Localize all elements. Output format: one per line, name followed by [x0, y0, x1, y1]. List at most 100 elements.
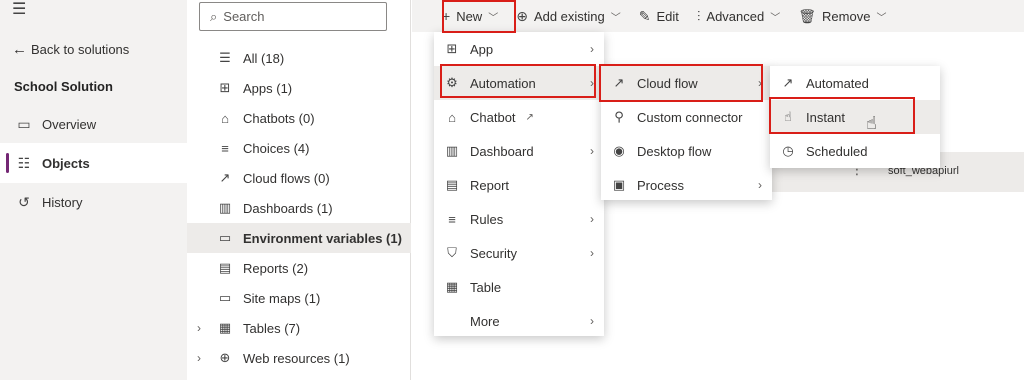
menu-item-rules[interactable]: ≡ Rules › [434, 202, 604, 236]
edit-button[interactable]: ✎ Edit [639, 8, 679, 25]
tree-item-dashboards[interactable]: ▥ Dashboards (1) [187, 193, 411, 223]
tree-item-cloud-flows[interactable]: ↗ Cloud flows (0) [187, 163, 411, 193]
nav-item-label: Overview [42, 116, 97, 132]
tree-item-label: Apps (1) [243, 80, 293, 96]
menu-item-chatbot[interactable]: ⌂ Chatbot ↗ [434, 100, 604, 134]
chevron-down-icon: ﹀ [488, 12, 499, 24]
menu-item-app[interactable]: ⊞ App › [434, 32, 604, 66]
menu-item-table[interactable]: ▦ Table [434, 270, 604, 304]
chevron-right-icon: › [590, 246, 594, 260]
tree-item-web-resources[interactable]: › ⊕ Web resources (1) [187, 343, 411, 373]
add-existing-button[interactable]: ⊕ Add existing ﹀ [516, 8, 621, 25]
hamburger-menu-icon[interactable]: ☰ [12, 2, 26, 18]
tree-item-label: Web resources (1) [243, 350, 350, 366]
tree-item-tables[interactable]: › ▦ Tables (7) [187, 313, 411, 343]
menu-item-process[interactable]: ▣ Process › [601, 168, 772, 202]
search-input[interactable]: ⌕ Search [199, 2, 387, 31]
menu-item-label: Cloud flow [637, 75, 698, 91]
chevron-right-icon: › [590, 314, 594, 328]
flow-icon: ↗ [219, 170, 231, 185]
tree-item-label: Environment variables (1) [243, 230, 402, 246]
menu-item-label: Report [470, 177, 510, 193]
menu-item-scheduled[interactable]: ◷ Scheduled [770, 134, 940, 168]
menu-item-label: Instant [806, 109, 846, 125]
menu-item-more[interactable]: More › [434, 304, 604, 338]
menu-item-automated[interactable]: ↗ Automated [770, 66, 940, 100]
chevron-right-icon: › [758, 76, 762, 90]
nav-item-label: History [42, 194, 83, 210]
nav-item-overview[interactable]: ▭ Overview [0, 104, 187, 144]
nav-item-objects[interactable]: ☷ Objects [0, 143, 187, 183]
connector-icon: ⚲ [614, 109, 624, 124]
advanced-button[interactable]: ⫶ Advanced ﹀ [697, 8, 780, 25]
search-placeholder: Search [223, 9, 265, 24]
tree-item-apps[interactable]: ⊞ Apps (1) [187, 73, 411, 103]
menu-item-label: Automation [470, 75, 536, 91]
tree-item-label: Dashboards (1) [243, 200, 333, 216]
choices-icon: ≡ [221, 140, 229, 156]
tree-item-site-maps[interactable]: ▭ Site maps (1) [187, 283, 411, 313]
menu-item-desktop-flow[interactable]: ◉ Desktop flow [601, 134, 772, 168]
back-arrow-icon: ← [12, 41, 27, 58]
hand-cursor-icon: ☝ [866, 113, 877, 133]
edit-label: Edit [656, 8, 679, 24]
history-icon: ↺ [18, 193, 30, 210]
menu-item-label: Security [470, 245, 517, 261]
add-existing-icon: ⊕ [516, 7, 528, 24]
menu-item-cloud-flow[interactable]: ↗ Cloud flow › [601, 66, 772, 100]
tree-item-all[interactable]: ☰ All (18) [187, 43, 411, 73]
tree-item-label: Tables (7) [243, 320, 301, 336]
menu-item-label: Process [637, 177, 684, 193]
advanced-label: Advanced [706, 8, 765, 24]
chevron-right-icon[interactable]: › [197, 321, 201, 335]
objects-tree-panel: ⌕ Search ☰ All (18) ⊞ Apps (1) ⌂ Chatbot… [187, 0, 411, 380]
overview-icon: ▭ [17, 115, 31, 132]
apps-icon: ⊞ [219, 80, 231, 95]
desktop-flow-icon: ◉ [613, 143, 625, 158]
nav-item-history[interactable]: ↺ History [0, 182, 187, 222]
remove-label: Remove [822, 8, 871, 24]
automation-icon: ⚙ [446, 75, 458, 90]
nav-item-label: Objects [42, 155, 90, 171]
touch-icon: ☝ [784, 109, 792, 124]
tree-item-environment-variables[interactable]: ▭ Environment variables (1) [187, 223, 411, 253]
chatbot-icon: ⌂ [448, 109, 456, 125]
new-button[interactable]: + New ﹀ [442, 8, 498, 24]
external-link-icon: ↗ [525, 111, 534, 123]
chatbot-icon: ⌂ [221, 110, 229, 126]
tree-item-choices[interactable]: ≡ Choices (4) [187, 133, 411, 163]
tree-item-label: Site maps (1) [243, 290, 321, 306]
clock-icon: ◷ [782, 143, 794, 158]
tree-item-reports[interactable]: ▤ Reports (2) [187, 253, 411, 283]
chevron-down-icon: ﹀ [876, 12, 887, 24]
command-bar: + New ﹀ ⊕ Add existing ﹀ ✎ Edit ⫶ Advanc… [412, 0, 1024, 32]
chevron-down-icon: ﹀ [610, 12, 621, 24]
chevron-right-icon[interactable]: › [197, 351, 201, 365]
chevron-right-icon: › [590, 212, 594, 226]
table-icon: ▦ [218, 320, 232, 335]
list-icon: ☰ [219, 50, 231, 65]
tree-item-label: Reports (2) [243, 260, 309, 276]
menu-item-report[interactable]: ▤ Report [434, 168, 604, 202]
back-label: Back to solutions [31, 42, 130, 57]
process-icon: ▣ [612, 177, 626, 192]
back-to-solutions-link[interactable]: ← Back to solutions [12, 41, 129, 58]
menu-item-dashboard[interactable]: ▥ Dashboard › [434, 134, 604, 168]
remove-button[interactable]: 🗑 Remove ﹀ [798, 8, 886, 25]
menu-item-custom-connector[interactable]: ⚲ Custom connector [601, 100, 772, 134]
sitemap-icon: ▭ [218, 290, 232, 305]
menu-item-automation[interactable]: ⚙ Automation › [434, 66, 604, 100]
new-dropdown-menu: ⊞ App › ⚙ Automation › ⌂ Chatbot ↗ ▥ Das… [434, 32, 604, 336]
shield-icon: ⛉ [447, 245, 457, 260]
chevron-right-icon: › [590, 76, 594, 90]
menu-item-label: Automated [806, 75, 869, 91]
menu-item-instant[interactable]: ☝ Instant [770, 100, 940, 134]
cloud-flow-submenu: ↗ Automated ☝ Instant ◷ Scheduled [770, 66, 940, 168]
menu-item-security[interactable]: ⛉ Security › [434, 236, 604, 270]
rules-icon: ≡ [448, 211, 456, 227]
menu-item-label: Chatbot [470, 109, 516, 125]
objects-icon: ☷ [17, 154, 31, 171]
tree-item-label: Cloud flows (0) [243, 170, 330, 186]
tree-item-chatbots[interactable]: ⌂ Chatbots (0) [187, 103, 411, 133]
dashboard-icon: ▥ [218, 200, 232, 215]
